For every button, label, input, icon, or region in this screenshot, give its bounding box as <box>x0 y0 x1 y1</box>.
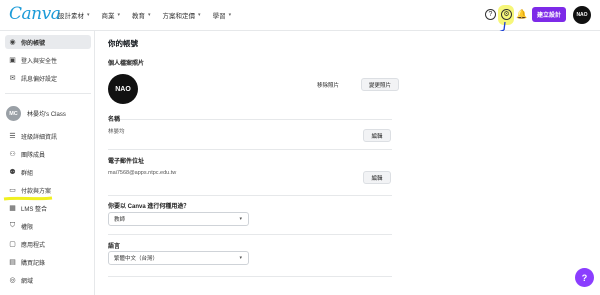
edit-email-button[interactable]: 編輯 <box>363 171 391 184</box>
sidebar-item-label: 付款與方案 <box>21 188 52 195</box>
chevron-down-icon: ▾ <box>117 12 121 18</box>
canva-logo[interactable]: Canva <box>9 4 61 24</box>
group-icon: ⚉ <box>9 169 16 176</box>
section-label: 名稱 <box>108 117 121 123</box>
sidebar-item-label: 團隊成員 <box>21 152 46 159</box>
sidebar-item-messages[interactable]: ✉ 訊息偏好設定 <box>5 71 91 85</box>
sidebar-item-label: 你的帳號 <box>21 40 46 47</box>
grid-icon: ▦ <box>9 205 16 212</box>
help-button[interactable]: ? <box>575 268 594 287</box>
sidebar-item-class-details[interactable]: ☰ 班級詳細資訊 <box>5 129 91 143</box>
sidebar-item-label: 購買記錄 <box>21 260 46 267</box>
sidebar-item-purchases[interactable]: ▤ 購買記錄 <box>5 255 91 269</box>
chevron-down-icon: ▾ <box>228 12 232 18</box>
nav-label: 學習 <box>212 13 226 20</box>
divider <box>5 93 91 94</box>
sidebar-item-label: 網域 <box>21 278 34 285</box>
chevron-down-icon: ▾ <box>239 255 242 261</box>
profile-photo-section: 個人檔案照片 NAO 移除照片 變更照片 <box>108 58 399 120</box>
sidebar-item-apps[interactable]: ▢ 應用程式 <box>5 237 91 251</box>
language-section: 語言 繁體中文（台灣） ▾ <box>108 241 392 277</box>
chevron-down-icon: ▾ <box>239 216 242 222</box>
usage-select[interactable]: 教師 ▾ <box>108 212 249 226</box>
nav-business[interactable]: 商業 ▾ <box>102 10 121 20</box>
team-header: MC 林晏均's Class <box>6 106 66 121</box>
sidebar-item-label: 登入與安全性 <box>21 58 58 65</box>
name-section: 名稱 林晏均 編輯 <box>108 114 392 150</box>
email-section: 電子郵件位址 mai7568@apps.ntpc.edu.tw 編輯 <box>108 156 392 196</box>
sidebar-item-domains[interactable]: ◎ 網域 <box>5 273 91 287</box>
card-icon: ▭ <box>9 187 16 194</box>
remove-photo-button[interactable]: 移除照片 <box>309 78 347 91</box>
select-value: 教師 <box>114 217 126 223</box>
lock-icon: ▣ <box>9 57 16 64</box>
change-photo-button[interactable]: 變更照片 <box>361 78 399 91</box>
chevron-down-icon: ▾ <box>148 12 151 18</box>
sidebar-item-members[interactable]: ⚇ 團隊成員 <box>5 147 91 161</box>
section-label: 你要以 Canva 進行何種用途？ <box>108 204 190 210</box>
nav-pricing[interactable]: 方案和定價 ▾ <box>163 10 201 20</box>
bell-icon[interactable]: 🔔 <box>516 9 527 20</box>
nav-design[interactable]: 設計素材 ▾ <box>58 10 90 20</box>
sidebar-item-label: 訊息偏好設定 <box>21 76 58 83</box>
sidebar-item-label: LMS 整合 <box>21 206 48 213</box>
email-value: mai7568@apps.ntpc.edu.tw <box>108 170 177 176</box>
receipt-icon: ▤ <box>9 259 16 266</box>
mail-icon: ✉ <box>9 75 16 82</box>
create-design-button[interactable]: 建立設計 <box>532 7 566 22</box>
select-value: 繁體中文（台灣） <box>114 256 159 262</box>
profile-avatar: NAO <box>108 74 138 104</box>
page-title: 你的帳號 <box>108 39 138 48</box>
sidebar: ◉ 你的帳號 ▣ 登入與安全性 ✉ 訊息偏好設定 MC 林晏均's Class … <box>0 31 95 295</box>
sidebar-item-label: 班級詳細資訊 <box>21 134 58 141</box>
nav-label: 教育 <box>132 13 146 20</box>
nav-label: 商業 <box>101 13 115 20</box>
avatar[interactable]: NAO <box>573 6 591 24</box>
user-icon: ◉ <box>9 39 16 46</box>
language-select[interactable]: 繁體中文（台灣） ▾ <box>108 251 249 265</box>
sidebar-item-lms[interactable]: ▦ LMS 整合 <box>5 201 91 215</box>
people-icon: ⚇ <box>9 151 16 158</box>
sidebar-item-groups[interactable]: ⚉ 群組 <box>5 165 91 179</box>
nav-learn[interactable]: 學習 ▾ <box>213 10 232 20</box>
team-name: 林晏均's Class <box>27 112 66 118</box>
section-label: 個人檔案照片 <box>108 61 145 67</box>
name-value: 林晏均 <box>108 129 125 135</box>
highlight-mark <box>3 196 53 201</box>
usage-section: 你要以 Canva 進行何種用途？ 教師 ▾ <box>108 201 392 235</box>
sidebar-item-label: 應用程式 <box>21 242 46 249</box>
sidebar-item-label: 權限 <box>21 224 34 231</box>
sidebar-item-security[interactable]: ▣ 登入與安全性 <box>5 53 91 67</box>
globe-icon: ◎ <box>9 277 16 284</box>
nav-label: 設計素材 <box>58 13 84 20</box>
chevron-down-icon: ▾ <box>198 12 201 18</box>
sidebar-item-account[interactable]: ◉ 你的帳號 <box>5 35 91 49</box>
section-label: 電子郵件位址 <box>108 159 145 165</box>
nav-label: 方案和定價 <box>162 13 196 20</box>
chevron-down-icon: ▾ <box>87 12 90 18</box>
sidebar-item-billing[interactable]: ▭ 付款與方案 <box>5 183 91 197</box>
edit-name-button[interactable]: 編輯 <box>363 129 391 142</box>
main-nav: 設計素材 ▾ 商業 ▾ 教育 ▾ 方案和定價 ▾ 學習 ▾ <box>58 10 243 20</box>
sidebar-item-label: 群組 <box>21 170 34 177</box>
list-icon: ☰ <box>9 133 16 140</box>
team-avatar: MC <box>6 106 21 121</box>
shield-icon: ⛉ <box>9 222 16 229</box>
section-label: 語言 <box>108 244 121 250</box>
apps-icon: ▢ <box>9 241 16 248</box>
main-content: 你的帳號 個人檔案照片 NAO 移除照片 變更照片 名稱 林晏均 編輯 電子郵件… <box>96 31 600 295</box>
nav-education[interactable]: 教育 ▾ <box>132 10 151 20</box>
sidebar-item-permissions[interactable]: ⛉ 權限 <box>5 219 91 233</box>
